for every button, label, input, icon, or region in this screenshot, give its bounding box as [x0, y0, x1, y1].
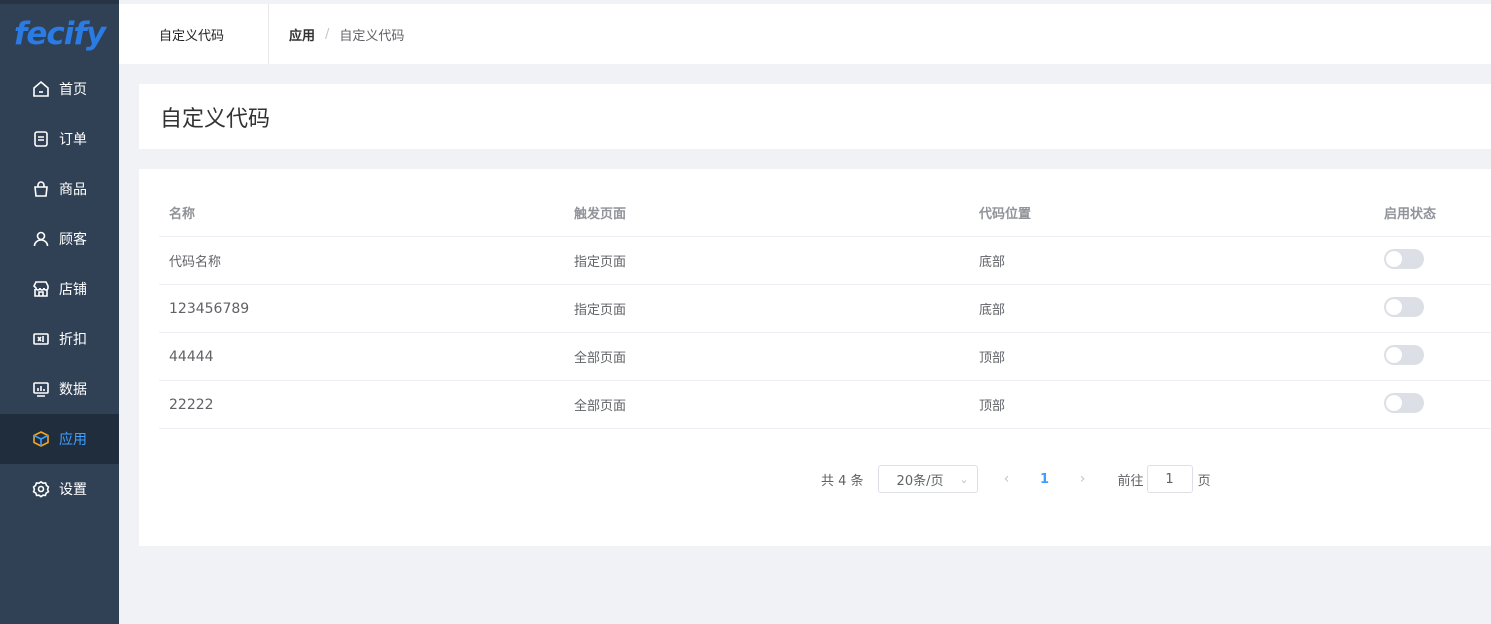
status-toggle[interactable] [1384, 296, 1424, 317]
sidebar-item-data[interactable]: 数据 [0, 364, 119, 414]
cell-trigger: 全部页面 [574, 399, 627, 414]
pagination-total: 共 4 条 [821, 473, 864, 489]
status-toggle[interactable] [1384, 392, 1424, 413]
column-header-trigger: 触发页面 [574, 207, 627, 222]
logo-text: fecify [13, 16, 106, 52]
goto-label: 前往 [1117, 473, 1144, 489]
column-header-position: 代码位置 [979, 207, 1032, 222]
status-toggle[interactable] [1384, 344, 1424, 365]
table-row[interactable]: 123456789 指定页面 底部 [159, 285, 1491, 333]
cell-status [1374, 344, 1491, 369]
sidebar-item-label: 订单 [59, 132, 87, 148]
breadcrumb-separator: / [325, 26, 330, 42]
sidebar-menu: 首页 订单 商品 顾客 店铺 折扣 数据 应用 设置 [0, 64, 119, 514]
cell-trigger: 全部页面 [574, 351, 627, 366]
home-icon [32, 80, 50, 98]
cell-status [1374, 392, 1491, 417]
table-row[interactable]: 代码名称 指定页面 底部 [159, 237, 1491, 285]
cell-name: 22222 [169, 396, 214, 413]
goto-page-input[interactable]: 1 [1146, 465, 1193, 493]
top-bar: 自定义代码 应用 / 自定义代码 [119, 0, 1491, 64]
status-toggle[interactable] [1384, 248, 1424, 269]
sidebar-item-label: 顾客 [59, 232, 87, 248]
chevron-down-icon: ⌄ [959, 472, 969, 486]
store-icon [32, 280, 50, 298]
column-header-name: 名称 [169, 207, 196, 222]
breadcrumb: 应用 / 自定义代码 [269, 25, 404, 44]
sidebar-item-settings[interactable]: 设置 [0, 464, 119, 514]
prev-page-button[interactable]: ‹ [992, 471, 1022, 487]
cell-position: 底部 [979, 255, 1006, 270]
table-row[interactable]: 22222 全部页面 顶部 [159, 381, 1491, 429]
cell-name: 123456789 [169, 300, 250, 317]
sidebar-item-label: 店铺 [59, 282, 87, 298]
sidebar-item-products[interactable]: 商品 [0, 164, 119, 214]
table-header: 名称 触发页面 代码位置 启用状态 [159, 189, 1491, 237]
cell-trigger: 指定页面 [574, 303, 627, 318]
column-header-status: 启用状态 [1384, 207, 1437, 222]
cell-name: 44444 [169, 348, 214, 365]
tab-custom-code[interactable]: 自定义代码 [119, 4, 269, 64]
page-number-current[interactable]: 1 [1030, 472, 1060, 487]
sidebar-item-customers[interactable]: 顾客 [0, 214, 119, 264]
sidebar-item-orders[interactable]: 订单 [0, 114, 119, 164]
cell-status [1374, 248, 1491, 273]
sidebar-item-stores[interactable]: 店铺 [0, 264, 119, 314]
chart-icon [32, 380, 50, 398]
bag-icon [32, 180, 50, 198]
sidebar: fecify 首页 订单 商品 顾客 店铺 折扣 数据 应用 设置 [0, 0, 119, 624]
pagination: 共 4 条 20条/页 ⌄ ‹ 1 › 前往 1 页 [821, 465, 1211, 493]
cube-icon [32, 430, 50, 448]
sidebar-item-apps[interactable]: 应用 [0, 414, 119, 464]
table-row[interactable]: 44444 全部页面 顶部 [159, 333, 1491, 381]
breadcrumb-current: 自定义代码 [339, 28, 405, 44]
title-card: 自定义代码 [139, 84, 1491, 149]
cell-position: 底部 [979, 303, 1006, 318]
cell-status [1374, 296, 1491, 321]
logo[interactable]: fecify [0, 0, 119, 64]
page-size-select[interactable]: 20条/页 ⌄ [877, 465, 978, 493]
next-page-button[interactable]: › [1068, 471, 1098, 487]
sidebar-item-label: 折扣 [59, 332, 87, 348]
breadcrumb-apps[interactable]: 应用 [289, 25, 315, 44]
table-card: 名称 触发页面 代码位置 启用状态 代码名称 指定页面 底部 123456789… [139, 169, 1491, 546]
gear-icon [32, 480, 50, 498]
page-title: 自定义代码 [160, 106, 271, 132]
order-icon [32, 130, 50, 148]
sidebar-item-label: 数据 [59, 382, 87, 398]
sidebar-item-label: 设置 [59, 482, 87, 498]
sidebar-item-home[interactable]: 首页 [0, 64, 119, 114]
sidebar-item-label: 首页 [59, 82, 87, 98]
coupon-icon [32, 330, 50, 348]
sidebar-item-discounts[interactable]: 折扣 [0, 314, 119, 364]
cell-position: 顶部 [979, 351, 1006, 366]
cell-name: 代码名称 [169, 255, 222, 270]
page-size-value: 20条/页 [896, 473, 944, 489]
user-icon [32, 230, 50, 248]
page-suffix: 页 [1197, 473, 1211, 489]
custom-code-table: 名称 触发页面 代码位置 启用状态 代码名称 指定页面 底部 123456789… [159, 189, 1491, 429]
cell-trigger: 指定页面 [574, 255, 627, 270]
cell-position: 顶部 [979, 399, 1006, 414]
sidebar-item-label: 应用 [59, 432, 87, 448]
sidebar-item-label: 商品 [59, 182, 87, 198]
